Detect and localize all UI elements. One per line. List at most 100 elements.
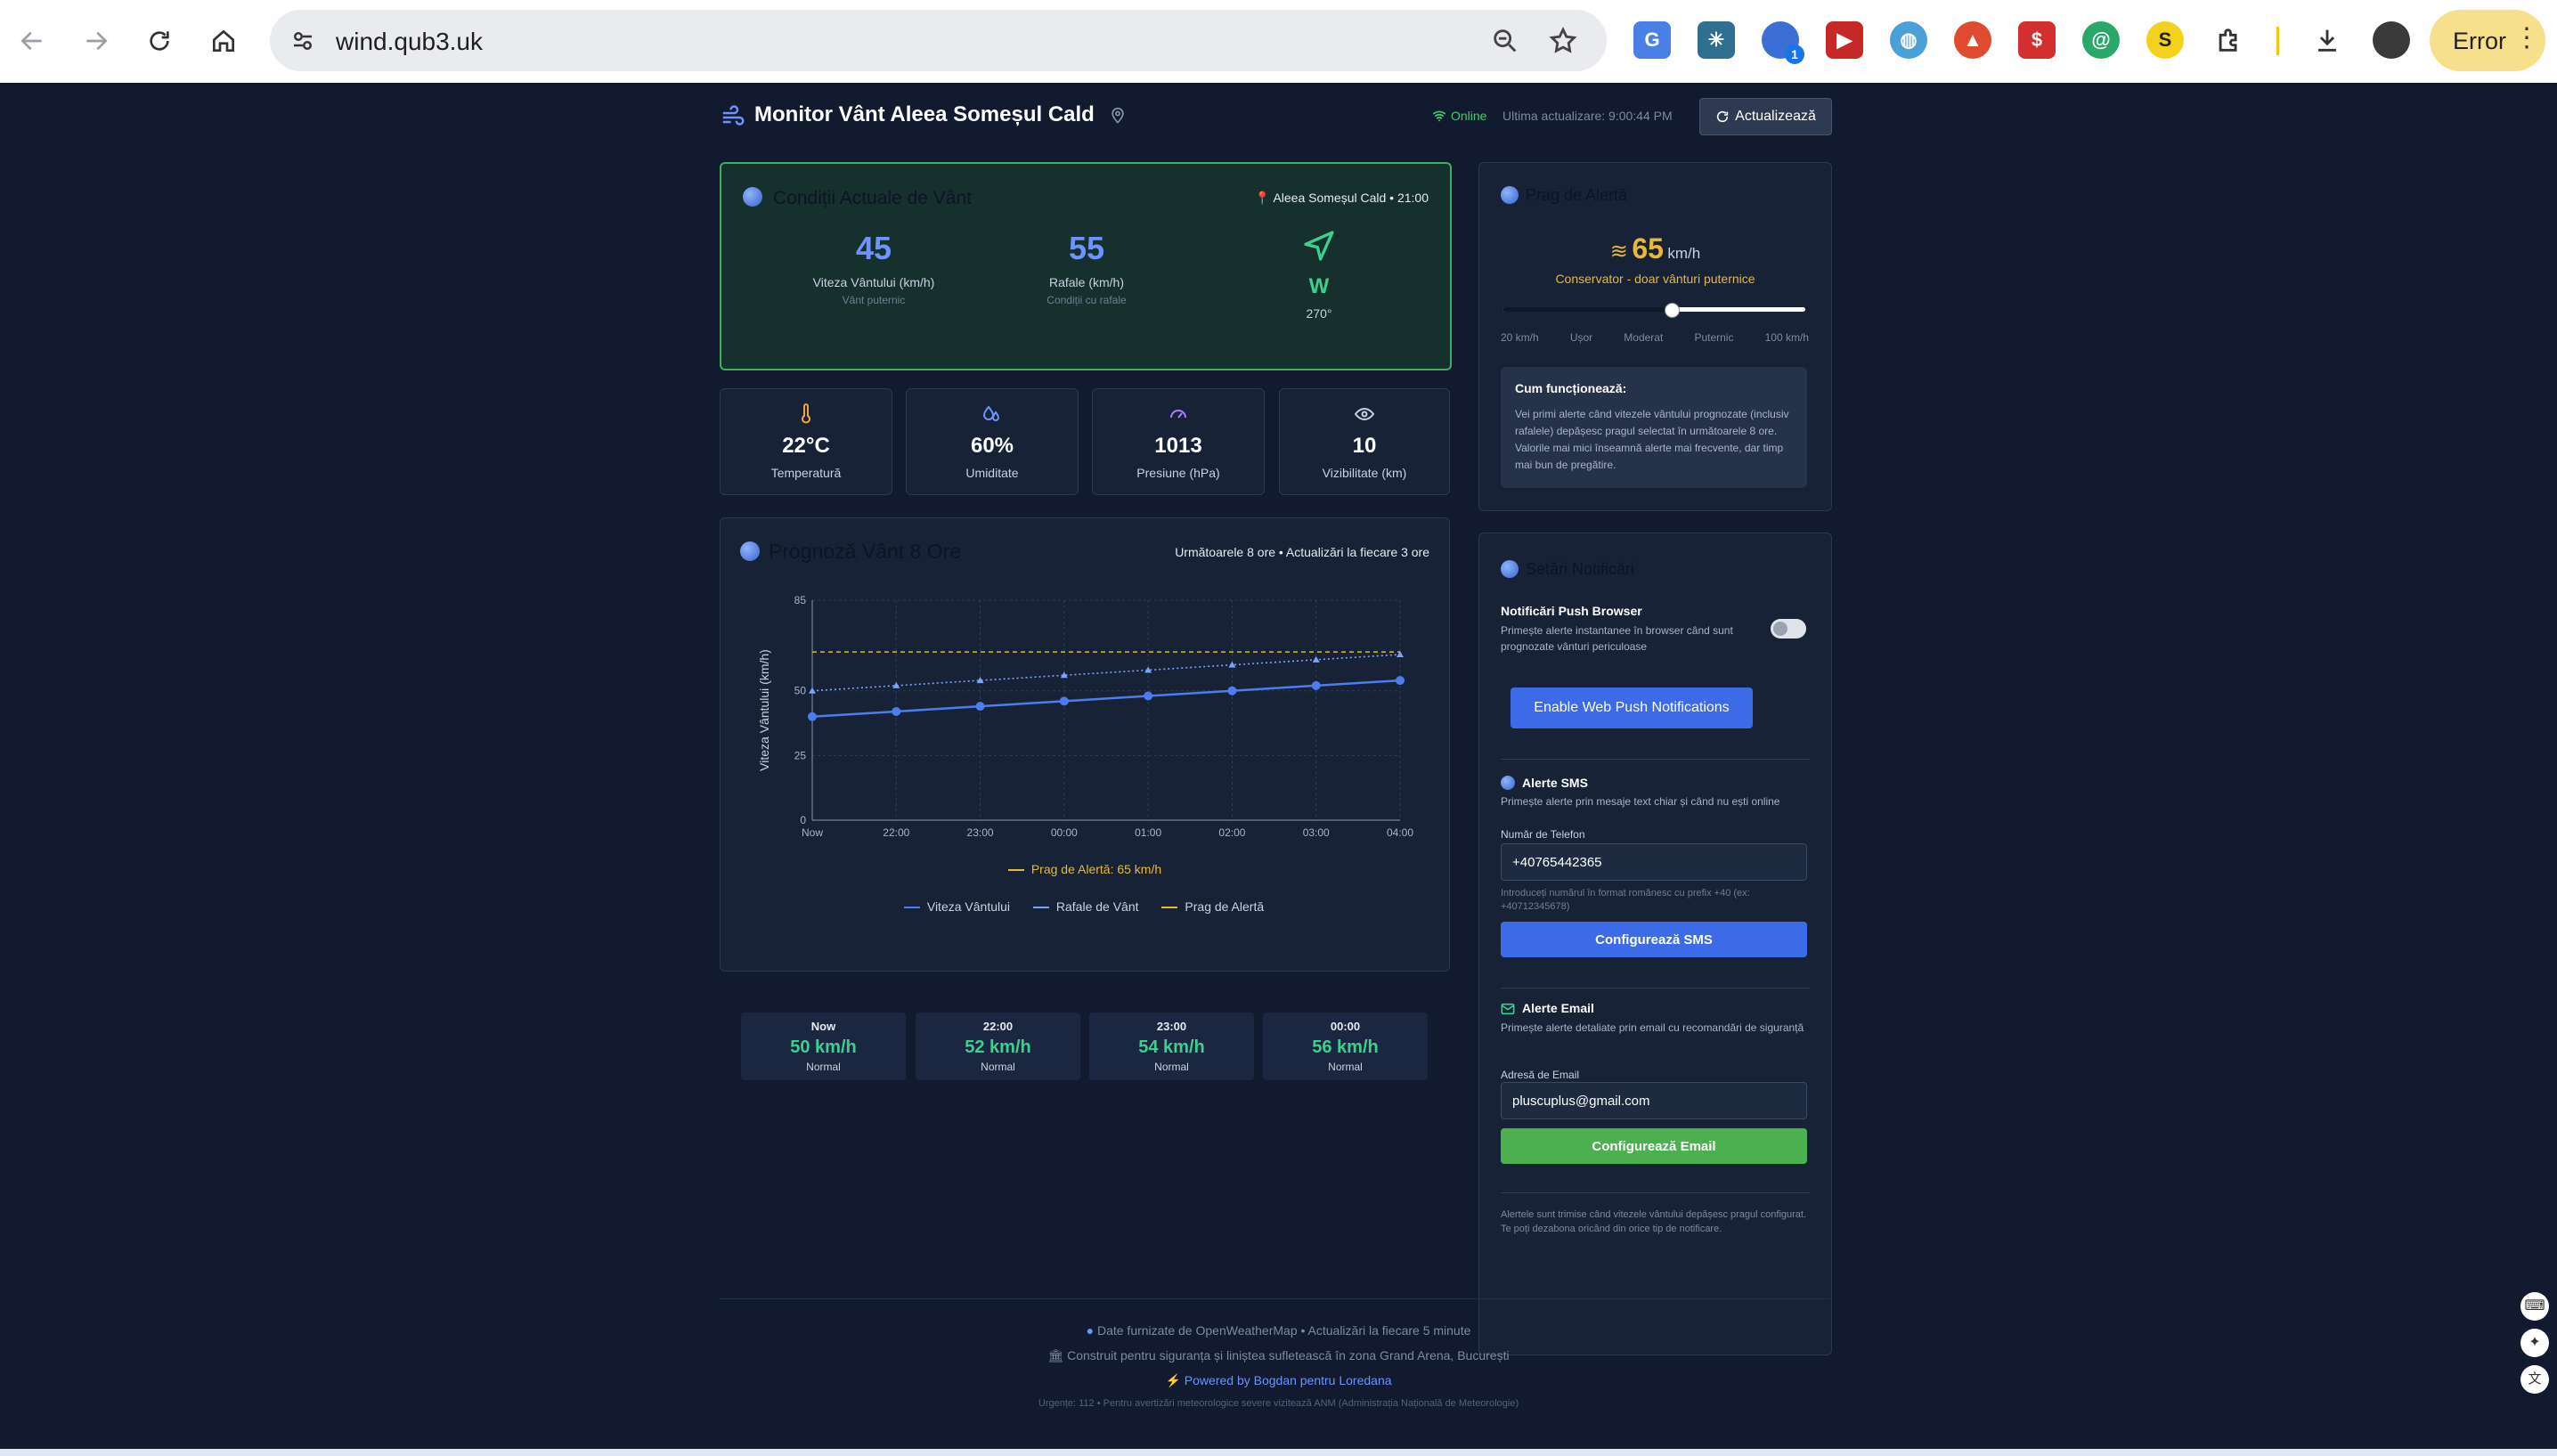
wind-icon [722,105,745,126]
globe-icon: ● [1086,1323,1095,1338]
translate-extension-icon[interactable]: G [1633,21,1671,59]
scale-label-moderate: Moderat [1624,331,1664,344]
last-update-text: Ultima actualizare: 9:00:44 PM [1502,109,1673,123]
data-point-wind-speed [975,702,985,712]
phone-label: Număr de Telefon [1501,828,1585,841]
reload-button[interactable] [138,20,181,62]
legend-item-wind[interactable]: Viteza Vântului [903,899,1010,914]
forecast-hour-time: Now [810,1020,836,1033]
footer-emergency-text: Urgențe: 112 • Pentru avertizări meteoro… [1038,1398,1519,1409]
x-tick-label: 22:00 [883,826,909,839]
video-extension-icon[interactable]: ▶ [1826,21,1863,59]
reload-icon [150,31,169,51]
email-title: Alerte Email [1522,1001,1594,1015]
back-button[interactable] [11,20,53,62]
page-title: Monitor Vânt Aleea Someșul Cald [754,102,1095,126]
extension-badge-icon[interactable]: 1 [1762,21,1804,64]
temperature-value: 22°C [782,434,830,458]
y-axis-label: Viteza Vântului (km/h) [757,649,771,771]
footer-powered-by-text[interactable]: Powered by Bogdan pentru Loredana [1185,1373,1392,1387]
home-button[interactable] [202,20,245,62]
green-extension-icon[interactable]: @ [2082,21,2120,59]
phone-hint: Introduceți numărul în format românesc c… [1501,888,1750,912]
forecast-hour-card: 00:00 56 km/h Normal [1263,1013,1428,1080]
red-extension-icon[interactable]: ▲ [1954,21,1991,59]
email-input[interactable]: pluscuplus@gmail.com [1501,1082,1807,1119]
refresh-button[interactable]: Actualizează [1699,98,1832,135]
slider-fill [1502,307,1673,312]
zoom-icon[interactable] [1490,26,1520,56]
x-tick-label: 00:00 [1051,826,1078,839]
forecast-hour-card: Now 50 km/h Normal [741,1013,906,1080]
dollar-extension-icon[interactable]: $ [2018,21,2056,59]
floating-widget-translate-icon[interactable]: 文 [2520,1365,2549,1394]
site-settings-icon [294,32,312,50]
footer-emergency: Urgențe: 112 • Pentru avertizări meteoro… [0,1398,2557,1409]
extensions-puzzle-icon[interactable] [2211,21,2248,59]
humidity-label: Umiditate [965,466,1019,480]
data-point-gusts [1312,655,1320,663]
location-time-text: Aleea Someșul Cald • 21:00 [1273,191,1429,205]
legend-item-gusts[interactable]: Rafale de Vânt [1032,899,1139,914]
configure-sms-button[interactable]: Configurează SMS [1501,922,1807,957]
threshold-line-swatch [1007,869,1024,872]
x-tick-label: 01:00 [1135,826,1161,839]
x-tick-label: Now [802,826,823,839]
thermometer-icon [802,403,810,424]
visibility-value: 10 [1352,434,1377,458]
home-icon [213,29,234,52]
error-profile-button[interactable]: Error ⋮ [2430,10,2545,71]
threshold-display: ≋ 65 km/h [1479,232,1831,265]
wifi-icon [1432,110,1446,122]
configure-sms-label: Configurează SMS [1595,931,1713,948]
forecast-hour-card: 22:00 52 km/h Normal [916,1013,1080,1080]
arrow-left-icon [20,31,42,51]
refresh-icon [1717,110,1729,123]
wind-speed-label: Viteza Vântului (km/h) [812,275,935,289]
enable-web-push-button[interactable]: Enable Web Push Notifications [1511,687,1753,728]
legend-swatch-threshold [1161,907,1178,909]
notification-footer-note: Alertele sunt trimise când vitezele vânt… [1501,1209,1807,1234]
floating-widget-2[interactable]: ✦ [2520,1329,2549,1357]
pressure-label: Presiune (hPa) [1136,466,1220,480]
network-extension-icon[interactable]: ✳ [1698,21,1735,59]
downloads-icon[interactable] [2309,21,2346,59]
wind-direction: W [1308,274,1330,298]
y-tick-label: 25 [794,749,807,761]
scale-label-min: 20 km/h [1501,331,1539,344]
bottom-strip [0,1449,2557,1456]
configure-email-button[interactable]: Configurează Email [1501,1128,1807,1164]
kebab-menu-icon[interactable]: ⋮ [2513,22,2540,53]
notification-settings-card: Setări Notificări Notificări Push Browse… [1478,533,1832,1355]
forward-button[interactable] [75,20,118,62]
threshold-slider[interactable] [1502,303,1805,318]
yellow-extension-icon[interactable]: S [2146,21,2184,59]
push-toggle[interactable] [1771,619,1806,639]
address-bar[interactable]: wind.qub3.uk [270,10,1607,71]
footer-data-source-text: Date furnizate de OpenWeatherMap • Actua… [1096,1323,1471,1338]
globe-extension-icon[interactable]: ◍ [1890,21,1927,59]
slider-thumb[interactable] [1665,303,1681,318]
enable-web-push-label: Enable Web Push Notifications [1534,700,1730,715]
y-tick-label: 85 [794,594,807,606]
phone-input[interactable]: +40765442365 [1501,843,1807,881]
globe-icon [1501,776,1515,790]
how-it-works-text: Vei primi alerte când vitezele vântului … [1515,408,1789,471]
navigation-arrow-icon [1304,231,1334,261]
location-pin-icon [1112,107,1124,124]
floating-widget-1[interactable]: ⌨ [2520,1292,2549,1321]
profile-avatar-icon[interactable] [2373,21,2410,59]
bookmark-star-icon[interactable] [1548,26,1578,56]
legend-label-threshold: Prag de Alertă [1185,899,1265,914]
forecast-hour-card: 23:00 54 km/h Normal [1089,1013,1254,1080]
alert-threshold-card: Prag de Alertă ≋ 65 km/h Conservator - d… [1478,162,1832,511]
refresh-label: Actualizează [1735,109,1816,124]
location-time: 📍 Aleea Someșul Cald • 21:00 [1255,191,1429,206]
globe-icon [1501,560,1519,578]
email-description: Primește alerte detaliate prin email cu … [1501,1021,1804,1034]
x-tick-label: 23:00 [967,826,994,839]
pin-icon: 📍 [1254,191,1271,205]
scale-label-max: 100 km/h [1764,331,1809,344]
legend-item-threshold[interactable]: Prag de Alertă [1161,899,1264,914]
phone-input-value: +40765442365 [1512,855,1602,870]
